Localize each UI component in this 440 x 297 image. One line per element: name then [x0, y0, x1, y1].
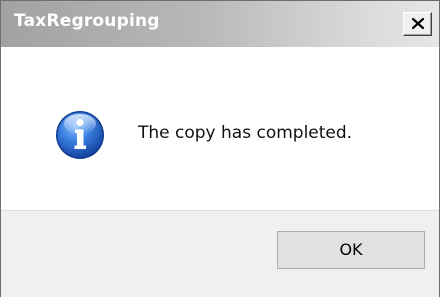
- message-dialog: TaxRegrouping The copy has completed. OK: [0, 0, 440, 297]
- ok-button[interactable]: OK: [277, 231, 425, 269]
- close-icon: [412, 18, 424, 29]
- dialog-content: The copy has completed.: [1, 47, 439, 210]
- info-icon: [56, 111, 104, 159]
- dialog-message: The copy has completed.: [138, 123, 353, 143]
- window-title: TaxRegrouping: [14, 11, 160, 31]
- title-bar[interactable]: TaxRegrouping: [1, 1, 439, 47]
- close-button[interactable]: [403, 12, 432, 36]
- button-bar: OK: [1, 210, 439, 297]
